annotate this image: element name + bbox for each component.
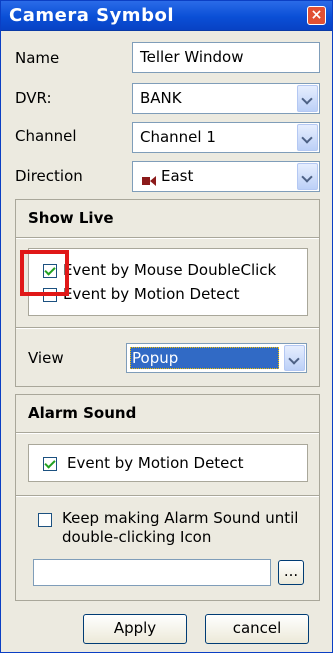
keep-alarm-label-line1: Keep making Alarm Sound until xyxy=(62,509,299,527)
channel-value: Channel 1 xyxy=(140,128,216,146)
browse-button[interactable]: ... xyxy=(278,560,304,585)
keep-alarm-checkbox[interactable] xyxy=(38,513,52,527)
view-label: View xyxy=(28,349,64,367)
view-value: Popup xyxy=(132,349,179,367)
direction-value: East xyxy=(161,167,194,185)
channel-dropdown-button[interactable] xyxy=(297,124,318,151)
show-live-options: Event by Mouse DoubleClick Event by Moti… xyxy=(28,248,308,316)
mouse-doubleclick-label: Event by Mouse DoubleClick xyxy=(63,261,277,279)
alarm-motion-label: Event by Motion Detect xyxy=(67,454,244,472)
direction-select[interactable]: East xyxy=(132,161,320,192)
dvr-label: DVR: xyxy=(15,89,52,107)
divider xyxy=(16,432,319,434)
dvr-dropdown-button[interactable] xyxy=(297,85,318,112)
divider xyxy=(16,495,319,497)
dvr-value: BANK xyxy=(140,89,182,107)
dialog-title: Camera Symbol xyxy=(9,5,174,26)
name-input[interactable]: Teller Window xyxy=(132,42,320,73)
camera-symbol-dialog: Camera Symbol × Name Teller Window DVR: … xyxy=(0,0,333,653)
dvr-select[interactable]: BANK xyxy=(132,83,320,114)
divider xyxy=(16,237,319,239)
apply-button[interactable]: Apply xyxy=(83,614,187,644)
camera-east-icon xyxy=(142,172,156,186)
name-label: Name xyxy=(15,49,60,67)
alarm-sound-group: Alarm Sound Event by Motion Detect Keep … xyxy=(15,394,320,601)
alarm-motion-checkbox[interactable] xyxy=(43,457,57,471)
alarm-sound-file-input[interactable] xyxy=(33,559,271,586)
keep-alarm-label-line2: double-clicking Icon xyxy=(62,528,212,546)
close-button[interactable]: × xyxy=(307,6,326,25)
channel-select[interactable]: Channel 1 xyxy=(132,122,320,153)
name-value: Teller Window xyxy=(140,48,244,66)
channel-label: Channel xyxy=(15,127,77,145)
view-select[interactable]: Popup xyxy=(126,343,307,373)
alarm-motion-option: Event by Motion Detect xyxy=(28,444,308,482)
motion-detect-label: Event by Motion Detect xyxy=(63,285,240,303)
divider xyxy=(16,327,319,329)
direction-dropdown-button[interactable] xyxy=(297,163,318,190)
show-live-title: Show Live xyxy=(28,209,114,227)
title-bar[interactable]: Camera Symbol × xyxy=(1,1,332,31)
view-dropdown-button[interactable] xyxy=(284,345,305,371)
alarm-sound-title: Alarm Sound xyxy=(28,404,137,422)
direction-label: Direction xyxy=(15,167,83,185)
cancel-button[interactable]: cancel xyxy=(205,614,309,644)
highlight-annotation xyxy=(20,250,69,296)
